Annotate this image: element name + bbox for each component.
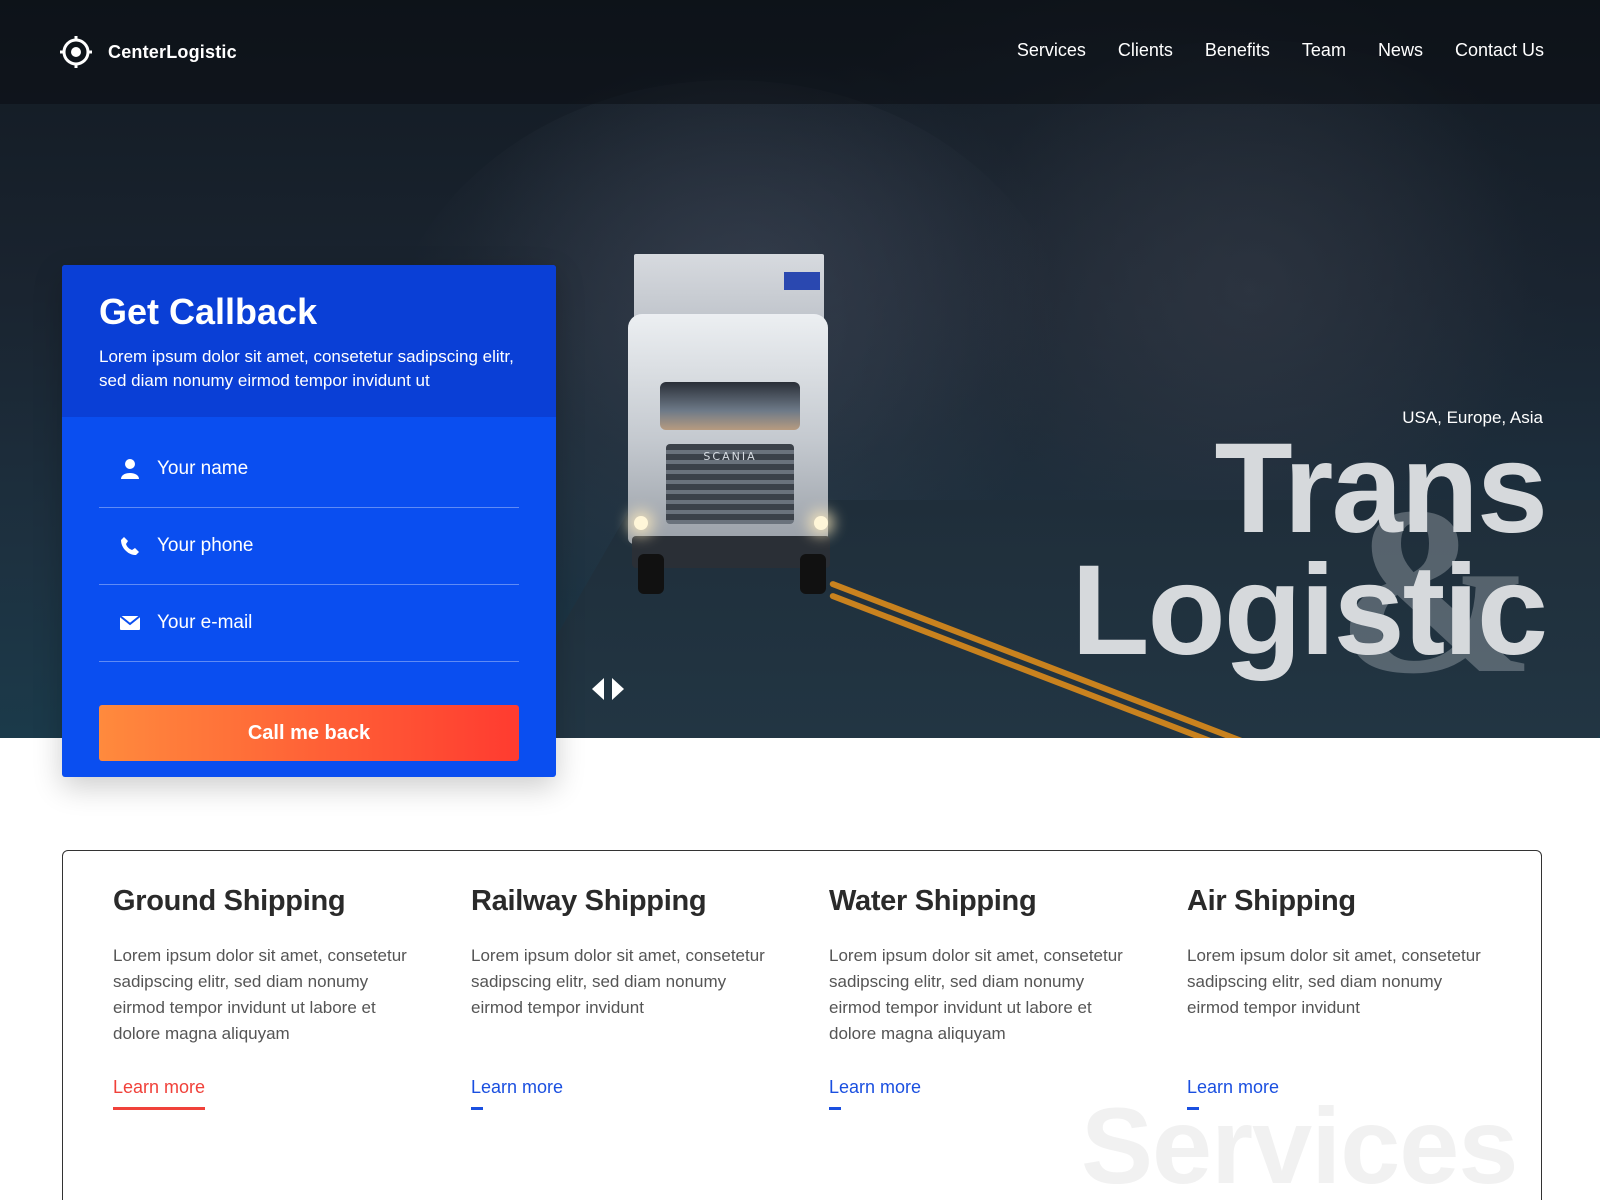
callback-title: Get Callback [99, 291, 318, 332]
truck-wheel [638, 554, 664, 594]
headlight [634, 516, 648, 530]
nav-link-team[interactable]: Team [1302, 40, 1346, 61]
services-grid: Ground Shipping Lorem ipsum dolor sit am… [113, 885, 1541, 1110]
hero-title-line-1: Trans [1214, 417, 1548, 560]
callback-form-card: Get Callback Lorem ipsum dolor sit amet,… [62, 265, 556, 777]
callback-form: Call me back [62, 417, 556, 761]
nav-link-clients[interactable]: Clients [1118, 40, 1173, 61]
nav-link-services[interactable]: Services [1017, 40, 1086, 61]
service-card-railway: Railway Shipping Lorem ipsum dolor sit a… [471, 885, 829, 1110]
email-input[interactable] [157, 612, 497, 634]
truck-wheel [800, 554, 826, 594]
link-underline [471, 1107, 483, 1110]
headlight [814, 516, 828, 530]
truck-windshield [660, 382, 800, 430]
learn-more-label: Learn more [471, 1077, 564, 1097]
service-card-air: Air Shipping Lorem ipsum dolor sit amet,… [1187, 885, 1541, 1110]
phone-icon [119, 535, 141, 557]
envelope-icon [119, 612, 141, 634]
top-navbar: CenterLogistic Services Clients Benefits… [0, 0, 1600, 104]
slider-prev-arrow-icon[interactable] [592, 678, 604, 700]
learn-more-link[interactable]: Learn more [1187, 1077, 1279, 1110]
service-description: Lorem ipsum dolor sit amet, consetetur s… [471, 946, 765, 1017]
service-description: Lorem ipsum dolor sit amet, consetetur s… [1187, 946, 1481, 1017]
phone-input[interactable] [157, 535, 497, 557]
email-field-row [99, 585, 519, 662]
slider-controls [592, 678, 624, 700]
nav-link-news[interactable]: News [1378, 40, 1423, 61]
slider-next-arrow-icon[interactable] [612, 678, 624, 700]
callback-description: Lorem ipsum dolor sit amet, consetetur s… [99, 346, 514, 390]
link-underline [829, 1107, 841, 1110]
nav-link-contact-us[interactable]: Contact Us [1455, 40, 1544, 61]
hero-title: Trans Logistic [1071, 417, 1548, 682]
learn-more-link[interactable]: Learn more [829, 1077, 921, 1110]
services-section: Services Ground Shipping Lorem ipsum dol… [62, 850, 1542, 1200]
name-input[interactable] [157, 458, 497, 480]
truck-brand-text: SCANIA [703, 450, 757, 463]
truck-image: SCANIA [618, 254, 836, 594]
phone-field-row [99, 508, 519, 585]
service-title: Railway Shipping [471, 885, 707, 917]
crosshair-logo-icon [60, 36, 92, 68]
learn-more-link[interactable]: Learn more [113, 1077, 206, 1110]
link-underline [113, 1107, 206, 1110]
service-description: Lorem ipsum dolor sit amet, consetetur s… [113, 946, 407, 1043]
service-title: Ground Shipping [113, 885, 346, 917]
truck-sign [784, 272, 820, 290]
link-underline [1187, 1107, 1199, 1110]
learn-more-link[interactable]: Learn more [471, 1077, 563, 1110]
brand-logo[interactable]: CenterLogistic [60, 36, 237, 68]
nav-link-benefits[interactable]: Benefits [1205, 40, 1270, 61]
main-nav: Services Clients Benefits Team News Cont… [1017, 40, 1544, 61]
call-me-back-button[interactable]: Call me back [99, 705, 519, 761]
service-card-water: Water Shipping Lorem ipsum dolor sit ame… [829, 885, 1187, 1110]
learn-more-label: Learn more [829, 1077, 922, 1097]
callback-header: Get Callback Lorem ipsum dolor sit amet,… [62, 265, 556, 417]
service-card-ground: Ground Shipping Lorem ipsum dolor sit am… [113, 885, 471, 1110]
learn-more-label: Learn more [1187, 1077, 1280, 1097]
service-description: Lorem ipsum dolor sit amet, consetetur s… [829, 946, 1123, 1043]
user-icon [119, 458, 141, 480]
brand-name: CenterLogistic [108, 41, 237, 62]
name-field-row [99, 431, 519, 508]
learn-more-label: Learn more [113, 1077, 206, 1097]
service-title: Air Shipping [1187, 885, 1356, 917]
service-title: Water Shipping [829, 885, 1037, 917]
hero-title-line-2: Logistic [1071, 539, 1548, 682]
